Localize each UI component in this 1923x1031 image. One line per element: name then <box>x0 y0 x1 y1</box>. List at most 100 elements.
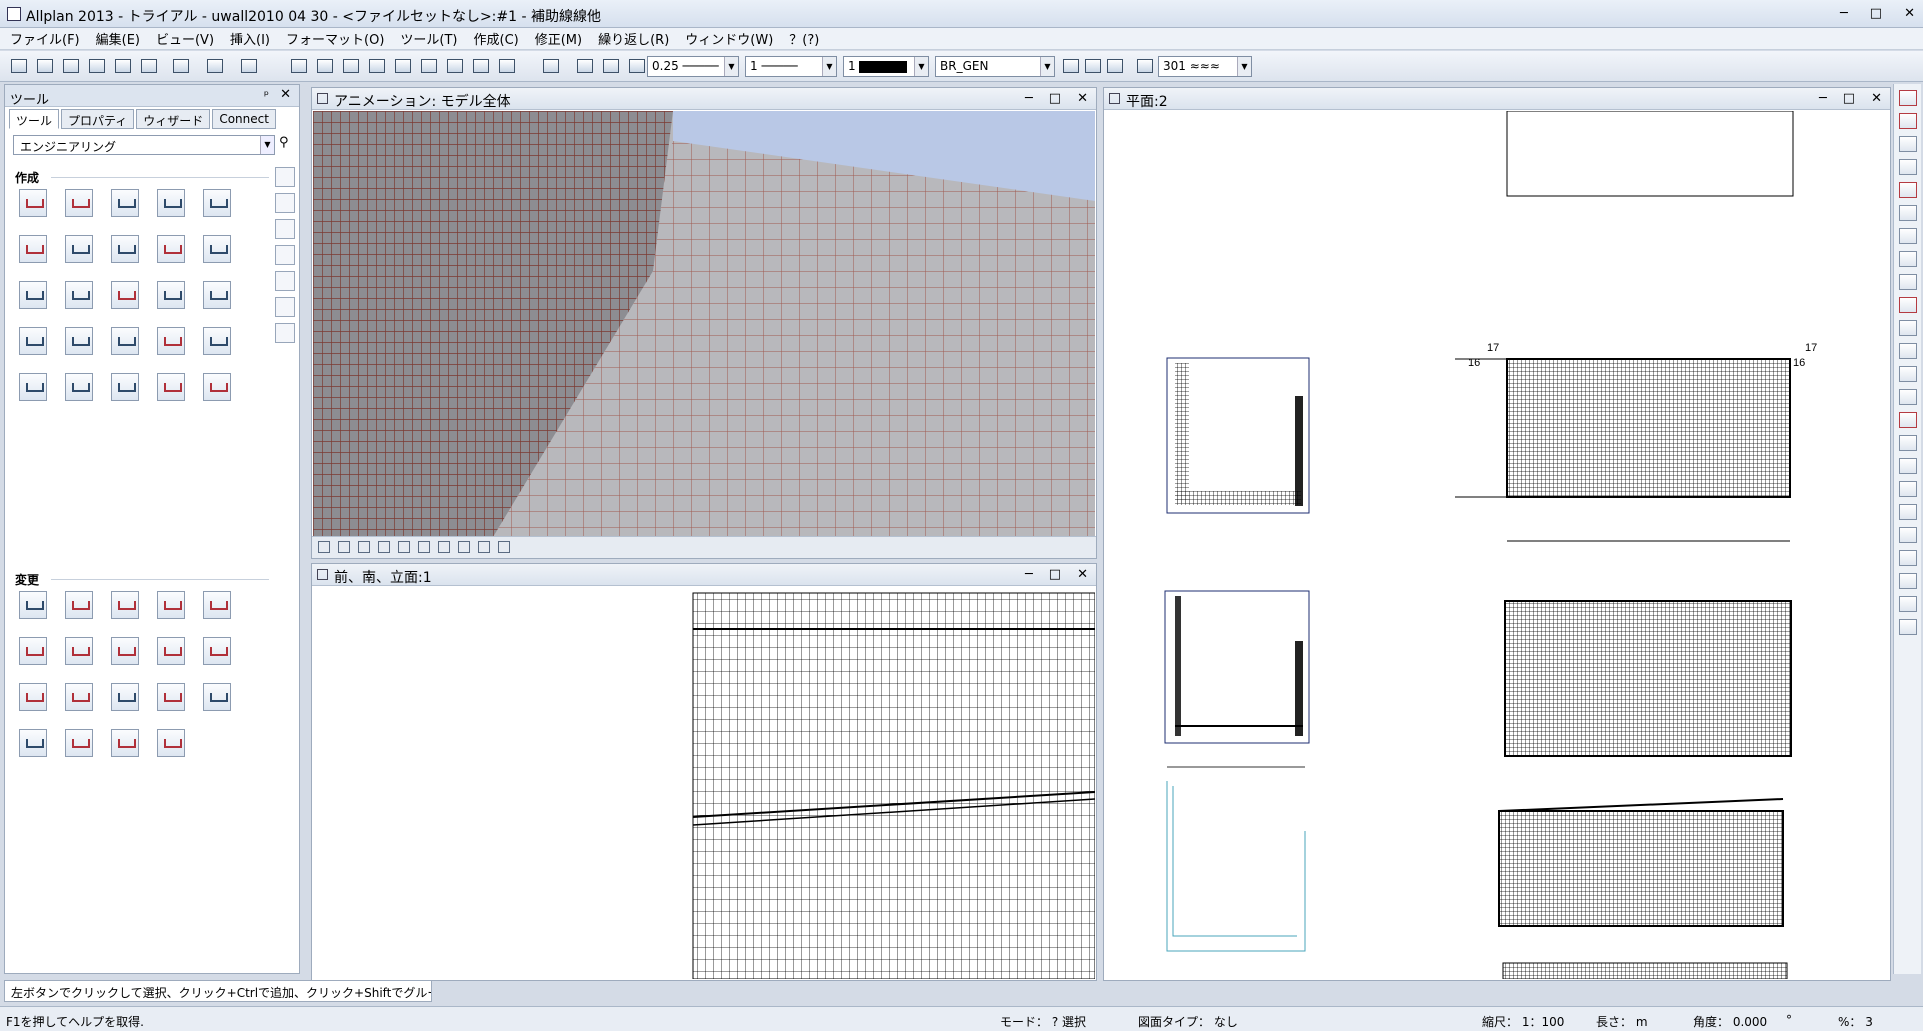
previous-view-icon[interactable] <box>418 541 430 553</box>
report-icon[interactable] <box>19 373 47 401</box>
next-view-icon[interactable] <box>438 541 450 553</box>
scale-status[interactable]: 縮尺： 1：100 <box>1482 1013 1564 1030</box>
animation-viewport[interactable]: アニメーション: モデル全体 ─ □ ✕ <box>311 87 1097 559</box>
menu-create[interactable]: 作成(C) <box>474 29 519 48</box>
pin-icon[interactable]: ᵖ <box>264 88 269 102</box>
image-panel-icon[interactable] <box>275 219 295 239</box>
copy-icon[interactable] <box>1898 251 1917 267</box>
renumber-icon[interactable] <box>203 637 231 665</box>
array-icon[interactable] <box>1898 366 1917 382</box>
copy-icon[interactable] <box>394 58 412 76</box>
line-tool-icon[interactable] <box>290 58 308 76</box>
search-icon[interactable]: ⚲ <box>279 135 297 155</box>
zoom-out-icon[interactable] <box>378 541 390 553</box>
move-bar-icon[interactable] <box>19 637 47 665</box>
dimension-tool-icon[interactable] <box>342 58 360 76</box>
filter-icon[interactable] <box>1898 481 1917 497</box>
schedule-icon[interactable] <box>111 281 139 309</box>
modify-area-icon[interactable] <box>111 591 139 619</box>
angle-status[interactable]: 角度： 0.000 <box>1693 1013 1767 1030</box>
elevation-viewport[interactable]: 前、南、立面:1 ─ □ ✕ <box>311 563 1097 981</box>
modify-shape-icon[interactable] <box>19 591 47 619</box>
label-block-icon[interactable] <box>111 235 139 263</box>
mirror-icon[interactable] <box>1898 205 1917 221</box>
delete-number-icon[interactable] <box>65 729 93 757</box>
bend-shape-icon[interactable] <box>65 281 93 309</box>
undo-view-icon[interactable] <box>498 541 510 553</box>
move-icon[interactable] <box>1898 274 1917 290</box>
group-icon[interactable] <box>1898 389 1917 405</box>
elevation-drawing[interactable] <box>313 587 1095 979</box>
layer-combo[interactable]: BR_GEN ▼ <box>935 56 1055 77</box>
minimize-icon[interactable]: ─ <box>1025 91 1033 106</box>
rotate-icon[interactable] <box>1898 297 1917 313</box>
menu-file[interactable]: ファイル(F) <box>10 29 80 48</box>
filter-funnel-icon[interactable] <box>1898 619 1917 635</box>
maximize-icon[interactable]: □ <box>1843 91 1855 106</box>
close-icon[interactable]: ✕ <box>1077 91 1088 106</box>
cut-icon[interactable] <box>368 58 386 76</box>
tab-properties[interactable]: プロパティ <box>61 109 135 129</box>
minimize-icon[interactable]: ─ <box>1025 567 1033 582</box>
pen-thickness-combo[interactable]: 0.25 ───── ▼ <box>647 56 739 77</box>
sum-icon[interactable] <box>1898 596 1917 612</box>
draw-line-icon[interactable] <box>1898 113 1917 129</box>
modify-angle-icon[interactable] <box>65 683 93 711</box>
undo-icon[interactable] <box>206 58 224 76</box>
print-icon[interactable] <box>140 58 158 76</box>
save-icon[interactable] <box>114 58 132 76</box>
tab-wizard[interactable]: ウィザード <box>136 109 211 129</box>
grouping-icon[interactable] <box>157 373 185 401</box>
bar-properties-icon[interactable] <box>157 729 185 757</box>
line-color-combo[interactable]: 1 ▼ <box>843 56 929 77</box>
measure-icon[interactable] <box>1898 136 1917 152</box>
palette-icon[interactable] <box>275 167 295 187</box>
new-file-icon[interactable] <box>62 58 80 76</box>
edit-point-icon[interactable] <box>1898 182 1917 198</box>
close-nav-icon[interactable] <box>318 541 330 553</box>
update-number-icon[interactable] <box>111 729 139 757</box>
list-icon[interactable] <box>65 373 93 401</box>
color-legend-icon[interactable] <box>157 327 185 355</box>
document-icon[interactable] <box>275 193 295 213</box>
plan-drawing[interactable]: 17 17 16 16 <box>1105 111 1889 979</box>
layer-lock-icon[interactable] <box>1106 58 1124 76</box>
modify-grid-icon[interactable] <box>203 591 231 619</box>
mirror-copy-icon[interactable] <box>1898 228 1917 244</box>
length-status[interactable]: 長さ： m <box>1596 1013 1648 1030</box>
delete-icon[interactable] <box>1898 412 1917 428</box>
rebar-3d-icon[interactable] <box>157 235 185 263</box>
plot-icon[interactable] <box>472 58 490 76</box>
eye-icon[interactable] <box>458 541 470 553</box>
modify-point-icon[interactable] <box>111 683 139 711</box>
stretch-bar-icon[interactable] <box>111 637 139 665</box>
layer-visibility-icon[interactable] <box>1084 58 1102 76</box>
layer-icon[interactable] <box>446 58 464 76</box>
panel-close-icon[interactable]: ✕ <box>280 87 291 102</box>
close-icon[interactable]: ✕ <box>1871 91 1882 106</box>
modify-label-icon[interactable] <box>157 637 185 665</box>
maximize-button[interactable]: □ <box>1870 6 1882 21</box>
modify-mesh-icon[interactable] <box>157 591 185 619</box>
menu-tools[interactable]: ツール(T) <box>400 29 457 48</box>
3d-model-icon[interactable] <box>498 58 516 76</box>
rebar-placement-icon[interactable] <box>65 189 93 217</box>
menu-format[interactable]: フォーマット(O) <box>286 29 384 48</box>
selection-icon[interactable] <box>1898 550 1917 566</box>
stirrup-icon[interactable] <box>111 189 139 217</box>
bar-schedule-icon[interactable] <box>157 281 185 309</box>
mesh-column-icon[interactable] <box>203 235 231 263</box>
brush-icon[interactable] <box>1898 435 1917 451</box>
pen-format-icon[interactable] <box>576 58 594 76</box>
redo-icon[interactable] <box>240 58 258 76</box>
line-type-combo[interactable]: 1 ───── ▼ <box>745 56 837 77</box>
label-abc-icon[interactable] <box>203 189 231 217</box>
menu-view[interactable]: ビュー(V) <box>156 29 214 48</box>
excel-export-icon[interactable] <box>203 327 231 355</box>
extract-icon[interactable] <box>203 281 231 309</box>
offset-bar-icon[interactable] <box>65 637 93 665</box>
pan-icon[interactable] <box>358 541 370 553</box>
layers-panel-icon[interactable] <box>275 271 295 291</box>
modify-placement-icon[interactable] <box>65 591 93 619</box>
layer-modify-icon[interactable] <box>1898 458 1917 474</box>
